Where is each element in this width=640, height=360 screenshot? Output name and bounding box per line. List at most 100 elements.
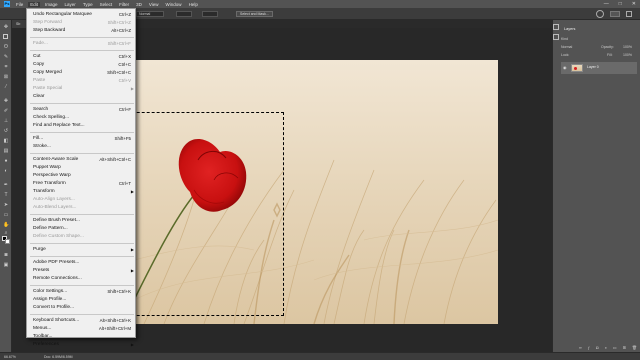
layer-name[interactable]: Layer 0 [587, 65, 599, 69]
type-tool-icon[interactable]: T [3, 192, 9, 198]
hand-tool-icon[interactable]: ✋ [3, 222, 9, 228]
opacity-value[interactable]: 100% [623, 44, 632, 50]
menu-item-cut[interactable]: Cut Ctrl+X [27, 53, 137, 61]
menu-window[interactable]: Window [166, 2, 182, 7]
menu-item-find-and-replace-text[interactable]: Find and Replace Text... [27, 122, 137, 130]
minimize-icon[interactable]: — [604, 1, 609, 7]
lasso-tool-icon[interactable]: ʘ [3, 44, 9, 50]
menu-item-convert-to-profile[interactable]: Convert to Profile... [27, 304, 137, 312]
menu-item-remote-connections[interactable]: Remote Connections... [27, 275, 137, 283]
menu-select[interactable]: Select [100, 2, 113, 7]
healing-brush-tool-icon[interactable]: ✚ [3, 98, 9, 104]
menu-view[interactable]: View [149, 2, 159, 7]
menu-item-step-backward[interactable]: Step Backward Alt+Ctrl+Z [27, 27, 137, 35]
filter-kind-select[interactable]: Kind [561, 37, 568, 41]
menu-item-free-transform[interactable]: Free Transform Ctrl+T [27, 180, 137, 188]
menu-item-search[interactable]: Search Ctrl+F [27, 106, 137, 114]
menu-item-define-brush-preset[interactable]: Define Brush Preset... [27, 217, 137, 225]
menu-item-label: Presets [33, 268, 50, 273]
height-field[interactable] [202, 11, 218, 17]
menu-item-copy[interactable]: Copy Ctrl+C [27, 61, 137, 69]
menu-item-label: Paste [33, 78, 46, 83]
group-icon[interactable]: ▭ [613, 345, 617, 351]
menu-item-fill[interactable]: Fill... Shift+F5 [27, 135, 137, 143]
lock-label: Lock: [561, 53, 570, 57]
menu-help[interactable]: Help [189, 2, 198, 7]
eraser-tool-icon[interactable]: ◧ [3, 138, 9, 144]
menu-item-define-pattern[interactable]: Define Pattern... [27, 225, 137, 233]
path-selection-tool-icon[interactable]: ➤ [3, 202, 9, 208]
eyedropper-tool-icon[interactable]: ⁄ [3, 84, 9, 90]
menu-item-undo-rectangular-marquee[interactable]: Undo Rectangular Marquee Ctrl+Z [27, 11, 137, 19]
move-tool-icon[interactable]: ✥ [3, 24, 9, 30]
close-icon[interactable]: ✕ [632, 1, 636, 7]
quick-mask-icon[interactable]: ◙ [3, 252, 9, 258]
dodge-tool-icon[interactable]: ◐ [3, 168, 9, 174]
visibility-eye-icon[interactable]: ◉ [563, 65, 567, 70]
trash-icon[interactable]: 🗑 [632, 345, 637, 351]
menu-item-puppet-warp[interactable]: Puppet Warp [27, 164, 137, 172]
blur-tool-icon[interactable]: ● [3, 158, 9, 164]
new-layer-icon[interactable]: ⊞ [623, 345, 626, 351]
zoom-level[interactable]: 66.67% [4, 355, 16, 359]
menu-item-perspective-warp[interactable]: Perspective Warp [27, 172, 137, 180]
menu-item-content-aware-scale[interactable]: Content-Aware Scale Alt+Shift+Ctrl+C [27, 156, 137, 164]
menu-item-toolbar[interactable]: Toolbar... [27, 333, 137, 341]
adjustment-icon[interactable]: ◑ [604, 345, 606, 351]
history-brush-tool-icon[interactable]: ↺ [3, 128, 9, 134]
menu-item-presets[interactable]: Presets ▶ [27, 267, 137, 275]
menu-item-assign-profile[interactable]: Assign Profile... [27, 296, 137, 304]
layer-row[interactable]: ◉ Layer 0 [561, 62, 637, 74]
style-select[interactable]: Normal [136, 11, 164, 17]
fill-value[interactable]: 100% [623, 52, 632, 58]
fx-icon[interactable]: ƒ [588, 345, 590, 351]
menu-item-stroke[interactable]: Stroke... [27, 143, 137, 151]
layers-panel-tab[interactable]: Layers [561, 26, 579, 33]
menu-item-transform[interactable]: Transform ▶ [27, 188, 137, 196]
marquee-tool-icon[interactable] [3, 34, 8, 39]
properties-icon[interactable] [553, 34, 559, 40]
background-color-swatch[interactable] [5, 239, 10, 244]
menu-edit[interactable]: Edit [28, 1, 41, 7]
menu-item-copy-merged[interactable]: Copy Merged Shift+Ctrl+C [27, 69, 137, 77]
blend-mode-select[interactable]: Normal [561, 45, 572, 49]
rectangle-tool-icon[interactable]: ▭ [3, 212, 9, 218]
share-icon[interactable] [626, 11, 632, 17]
add-mask-icon[interactable]: ◘ [596, 345, 598, 351]
menu-item-menus[interactable]: Menus... Alt+Shift+Ctrl+M [27, 325, 137, 333]
frame-tool-icon[interactable]: ⊠ [3, 74, 9, 80]
menu-item-shortcut: Ctrl+T [118, 181, 131, 186]
menu-item-color-settings[interactable]: Color Settings... Shift+Ctrl+K [27, 288, 137, 296]
link-layers-icon[interactable]: ∞ [579, 345, 582, 351]
menu-item-purge[interactable]: Purge ▶ [27, 246, 137, 254]
menu-3d[interactable]: 3D [136, 2, 142, 7]
gradient-tool-icon[interactable]: ▤ [3, 148, 9, 154]
menu-item-preferences[interactable]: Preferences ▶ [27, 341, 137, 349]
pen-tool-icon[interactable]: ✒ [3, 182, 9, 188]
menu-item-label: Define Pattern... [33, 226, 68, 231]
menu-item-keyboard-shortcuts[interactable]: Keyboard Shortcuts... Alt+Shift+Ctrl+K [27, 317, 137, 325]
clone-stamp-tool-icon[interactable]: ⊥ [3, 118, 9, 124]
history-icon[interactable] [553, 24, 559, 30]
workspace-icon[interactable] [610, 11, 620, 17]
screen-mode-icon[interactable]: ▣ [3, 262, 9, 268]
menu-file[interactable]: File [16, 2, 23, 7]
menu-item-check-spelling[interactable]: Check Spelling... [27, 114, 137, 122]
menu-layer[interactable]: Layer [65, 2, 76, 7]
menu-item-adobe-pdf-presets[interactable]: Adobe PDF Presets... [27, 259, 137, 267]
menu-item-clear[interactable]: Clear [27, 93, 137, 101]
quick-select-tool-icon[interactable]: ✎ [3, 54, 9, 60]
menu-filter[interactable]: Filter [119, 2, 129, 7]
search-icon[interactable] [596, 10, 604, 18]
menu-image[interactable]: Image [45, 2, 58, 7]
maximize-icon[interactable]: □ [619, 1, 622, 7]
menu-type[interactable]: Type [83, 2, 93, 7]
menu-item-label: Transform [33, 189, 55, 194]
document-size[interactable]: Doc: 6.59M/6.59M [44, 355, 73, 359]
select-and-mask-button[interactable]: Select and Mask... [236, 11, 273, 17]
menu-item-label: Step Backward [33, 28, 66, 33]
menu-item-shortcut: Alt+Ctrl+Z [111, 28, 131, 33]
brush-tool-icon[interactable]: ✐ [3, 108, 9, 114]
width-field[interactable] [176, 11, 192, 17]
crop-tool-icon[interactable]: ⌗ [3, 64, 9, 70]
